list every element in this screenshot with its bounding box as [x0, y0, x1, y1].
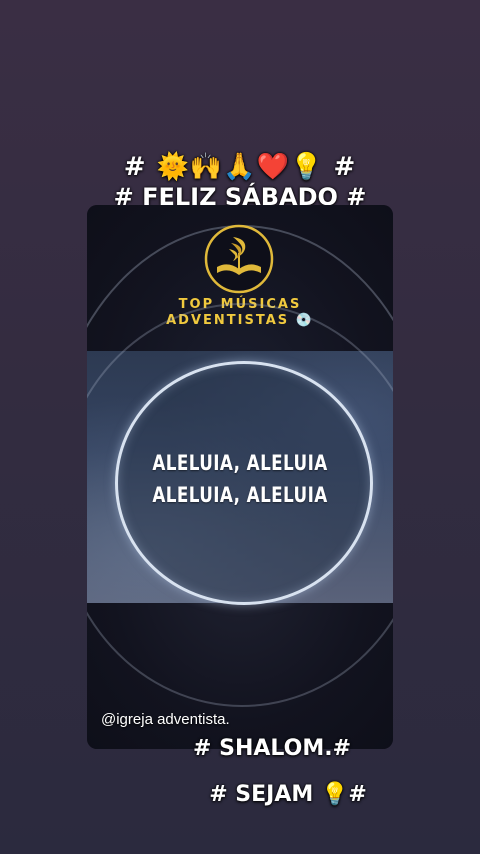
- adventist-logo-icon: [204, 224, 274, 294]
- lyric-line-2: ALELUIA, ALELUIA: [152, 483, 328, 507]
- sejam-caption: # SEJAM 💡#: [209, 782, 367, 807]
- shalom-caption: # SHALOM.#: [193, 736, 351, 761]
- lyric-line-1: ALELUIA, ALELUIA: [152, 451, 328, 475]
- emoji-caption: # 🌞🙌🙏❤️💡 #: [123, 152, 357, 182]
- video-card[interactable]: TOP MÚSICAS ADVENTISTAS 💿 ALELUIA, ALELU…: [87, 205, 393, 749]
- account-handle[interactable]: @igreja adventista.: [101, 711, 230, 728]
- card-footer: @igreja adventista.: [87, 303, 393, 749]
